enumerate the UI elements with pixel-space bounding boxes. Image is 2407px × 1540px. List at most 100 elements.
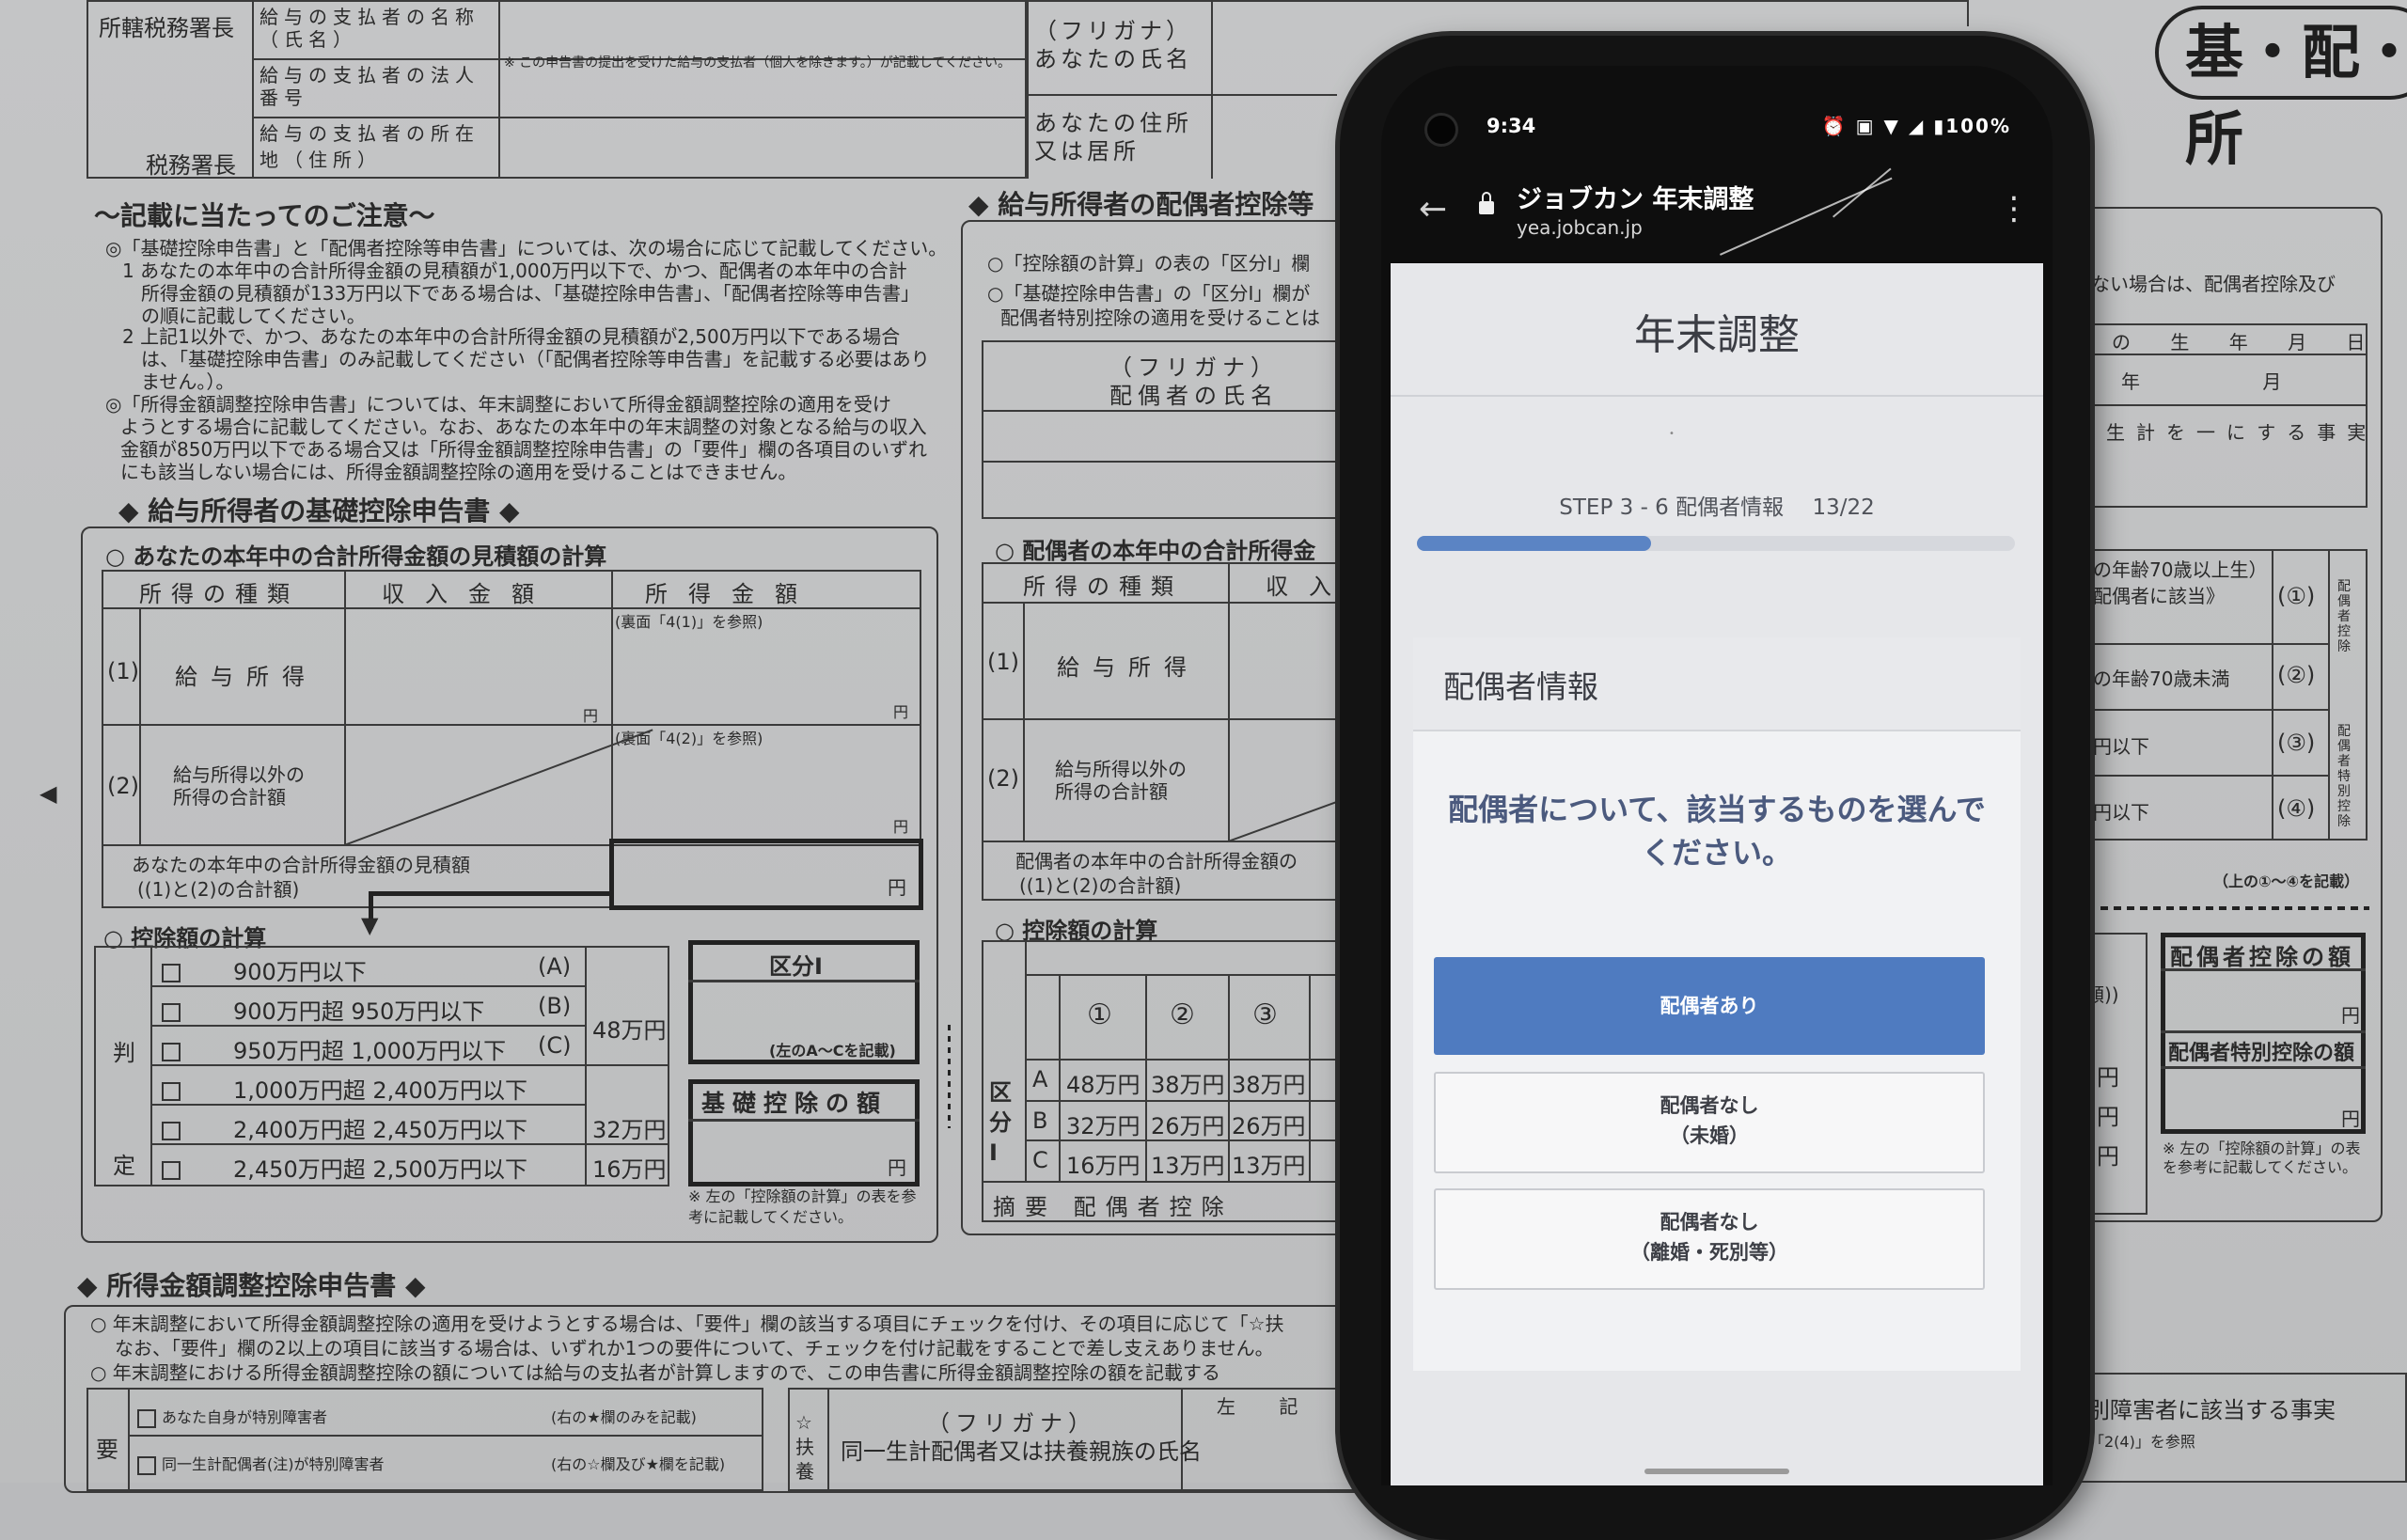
kubun-label: 区分Ⅰ xyxy=(769,953,823,980)
row-num: (2) xyxy=(107,773,139,799)
payer-address-label: 給与の支払者の所在地（住所） xyxy=(260,122,480,171)
checkbox[interactable] xyxy=(162,1003,181,1022)
card-header: 配偶者情報 xyxy=(1413,637,2021,731)
site-url[interactable]: yea.jobcan.jp xyxy=(1517,216,1643,239)
total-sub: ((1)と(2)の合計額) xyxy=(1019,874,1182,897)
option-with-spouse-button[interactable]: 配偶者あり xyxy=(1434,957,1985,1055)
checkbox[interactable] xyxy=(162,1082,181,1101)
left-note: 左 記 xyxy=(1217,1395,1317,1418)
range-label: 900万円超 950万円以下 xyxy=(233,998,485,1025)
req-item: 同一生計配偶者(注)が特別障害者 xyxy=(162,1455,385,1473)
yen: 円 xyxy=(893,818,909,836)
alarm-icon: ⏰ xyxy=(1821,115,1848,137)
haigusha-title: ◆ 給与所得者の配偶者控除等 xyxy=(968,189,1314,220)
shotoku-line: ○ 年末調整において所得金額調整控除の適用を受けようとする場合は、「要件」欄の該… xyxy=(90,1312,1284,1335)
battery-level: 100% xyxy=(1945,115,2011,137)
spouse-amount-label: 配偶者控除の額 xyxy=(2170,944,2354,970)
card-title: 配偶者情報 xyxy=(1443,668,1598,705)
checkbox[interactable] xyxy=(162,964,181,982)
payer-name-label: 給与の支払者の名称（氏名） xyxy=(260,6,480,51)
battery-icon: ▮ xyxy=(1933,115,1946,137)
birth-label: の 生 年 月 日 xyxy=(2112,331,2383,354)
range-label: 1,000万円超 2,400万円以下 xyxy=(233,1077,528,1104)
range-label: 2,400万円超 2,450万円以下 xyxy=(233,1117,528,1143)
right-note: ない場合は、配偶者控除及び xyxy=(2091,273,2336,295)
fuyo-label: ☆扶養 xyxy=(795,1411,814,1483)
dust-speck: • xyxy=(1669,429,1675,439)
age-row-num: (④) xyxy=(2277,795,2316,822)
amount-row: 円 xyxy=(2097,1104,2119,1130)
total-sub: ((1)と(2)の合計額) xyxy=(137,878,300,901)
total-label: あなたの本年中の合計所得金額の見積額 xyxy=(132,854,470,876)
amount: 48万円 xyxy=(592,1017,667,1044)
grid-cell: 38万円 xyxy=(1232,1072,1306,1098)
circled-num: ③ xyxy=(1252,998,1278,1031)
more-menu-icon[interactable]: ⋮ xyxy=(1998,190,2030,228)
signal-icon: ◢ xyxy=(1908,115,1926,137)
range-label: 900万円以下 xyxy=(233,959,367,985)
col-header: 収入金額 xyxy=(382,581,555,607)
question-text: 配偶者について、該当するものを選んでください。 xyxy=(1448,792,1986,871)
option-no-spouse-divorced-button[interactable]: 配偶者なし （離婚・死別等） xyxy=(1434,1188,1985,1290)
row-label: 給与所得 xyxy=(1057,654,1200,681)
grid-cell: 13万円 xyxy=(1232,1153,1306,1179)
row-num: (2) xyxy=(987,765,1019,792)
yen: 円 xyxy=(2341,1004,2360,1027)
checkbox[interactable] xyxy=(137,1408,156,1428)
right-note2: ※ 左の「控除額の計算」の表を参考に記載してください。 xyxy=(2163,1139,2361,1176)
ymd-label: 年 月 日 xyxy=(2121,370,2407,393)
grid-key: A xyxy=(1032,1066,1048,1092)
yen: 円 xyxy=(893,703,909,721)
option-no-spouse-unmarried-button[interactable]: 配偶者なし （未婚） xyxy=(1434,1072,1985,1173)
home-indicator[interactable] xyxy=(1644,1469,1789,1474)
shotoku-line: ○ 年末調整における所得金額調整控除の額については給与の支払者が計算しますので、… xyxy=(90,1361,1221,1384)
checkbox[interactable] xyxy=(162,1161,181,1180)
range-label: 950万円超 1,000万円以下 xyxy=(233,1038,507,1064)
checkbox[interactable] xyxy=(137,1455,156,1475)
address-label: あなたの住所又は居所 xyxy=(1034,110,1192,165)
disabled-box xyxy=(2072,1373,2407,1483)
shotoku-title: ◆ 所得金額調整控除申告書 ◆ xyxy=(77,1270,426,1301)
note-line: にも該当しない場合には、所得金額調整控除の適用を受けることはできません。 xyxy=(120,461,797,483)
disabled-label: 別障害者に該当する事実 xyxy=(2087,1397,2336,1423)
yen: 円 xyxy=(888,876,906,899)
kiso-amount-label: 基礎控除の額 xyxy=(701,1090,889,1117)
seikei-label: 生計を一にする事実 xyxy=(2106,421,2378,444)
spouse-info-card: 配偶者情報 配偶者について、該当するものを選んでください。 配偶者あり 配偶者な… xyxy=(1413,637,2021,1371)
row-label: 給与所得以外の所得の合計額 xyxy=(173,763,305,809)
yen: 円 xyxy=(2341,1108,2360,1130)
option-label: 配偶者なし xyxy=(1660,1094,1759,1117)
checkbox[interactable] xyxy=(162,1122,181,1140)
grid-cell: 48万円 xyxy=(1066,1072,1141,1098)
grid-cell: 26万円 xyxy=(1151,1113,1225,1139)
progress-fill xyxy=(1417,536,1651,551)
haigusha-line: ○「基礎控除申告書」の「区分Ⅰ」欄が xyxy=(987,282,1311,305)
circled-num: ② xyxy=(1170,998,1195,1031)
back-arrow-icon[interactable]: ← xyxy=(1419,190,1447,228)
office-suffix: 税務署長 xyxy=(146,152,236,179)
note-line: は、「基礎控除申告書」のみ記載してください（「配偶者控除等申告書」を記載する必要… xyxy=(141,348,930,370)
row-label: 給与所得 xyxy=(175,664,318,690)
haigusha-line: 配偶者特別控除の適用を受けることは xyxy=(1000,306,1320,329)
age-row-num: (①) xyxy=(2277,583,2316,609)
status-icons: ⏰ ▣ ▼ ◢ ▮100% xyxy=(1822,115,2011,137)
checkbox[interactable] xyxy=(162,1043,181,1061)
age-row-label: 円以下 xyxy=(2093,801,2149,824)
payer-note: ※ この申告書の提出を受けた給与の支払者（個人を除きます。）が記載してください。 xyxy=(504,55,1011,71)
req-box xyxy=(87,1388,763,1491)
range-code: (C) xyxy=(538,1032,572,1059)
summary-label: 摘要 配偶者控除 xyxy=(993,1194,1234,1220)
grid-cell: 16万円 xyxy=(1066,1153,1141,1179)
age-row-label: 円以下 xyxy=(2093,735,2149,758)
notes-title: ～記載に当たってのご注意～ xyxy=(94,200,435,231)
status-time: 9:34 xyxy=(1487,115,1536,137)
form-type-stamp: 基・配・所 xyxy=(2155,6,2407,173)
page-title: 年末調整 xyxy=(1634,311,1800,359)
grid-key: C xyxy=(1032,1147,1048,1173)
vibrate-icon: ▣ xyxy=(1855,115,1876,137)
age-row-num: (②) xyxy=(2277,662,2316,688)
yen: 円 xyxy=(583,707,599,725)
spouse-furigana-label: （フリガナ）配偶者の氏名 xyxy=(1109,354,1279,409)
range-code: (B) xyxy=(538,993,572,1019)
header-divider xyxy=(1391,395,2043,397)
